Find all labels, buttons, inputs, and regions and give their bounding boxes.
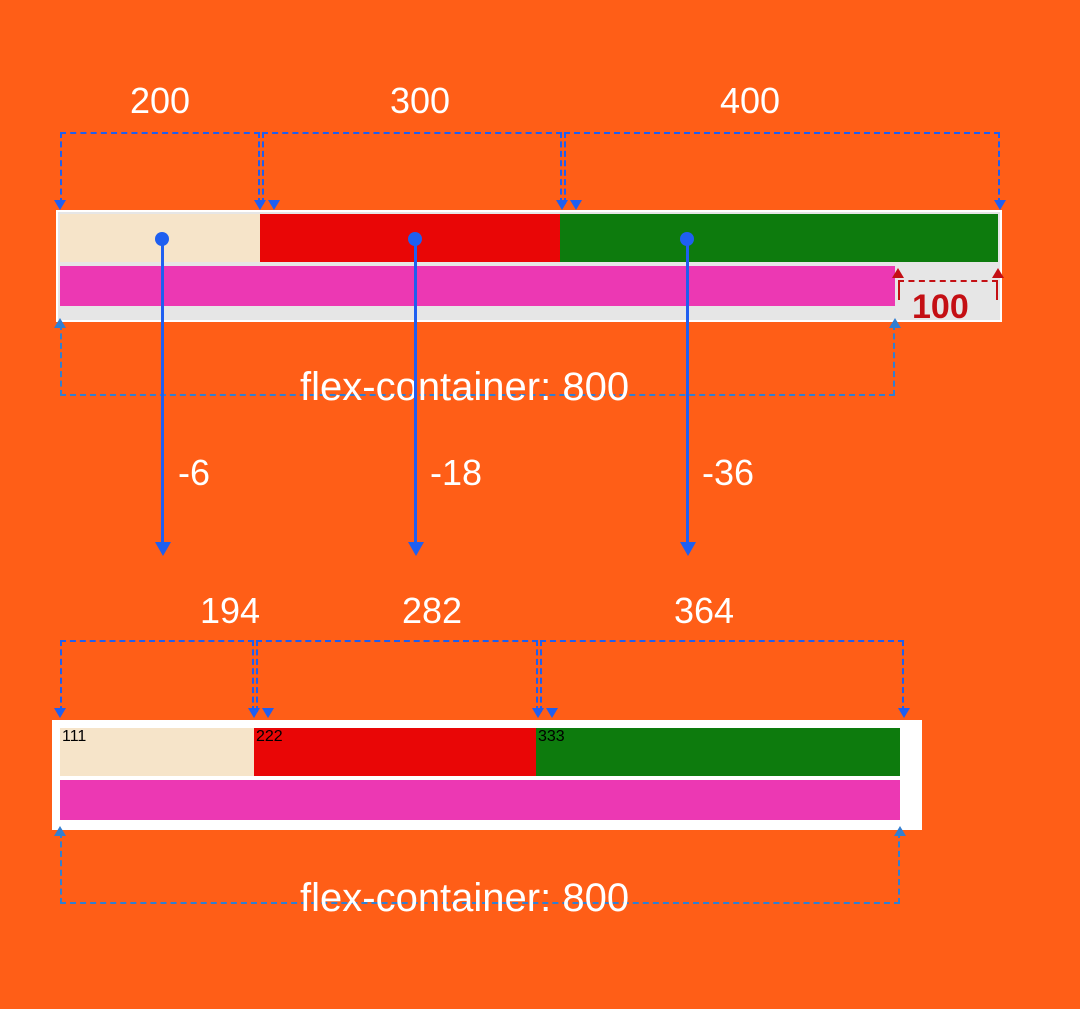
arrow-icon (54, 826, 66, 836)
arrow-icon (532, 708, 544, 718)
connector-arrow-a (155, 542, 171, 556)
connector-arrow-b (408, 542, 424, 556)
arrow-icon (262, 708, 274, 718)
connector-arrow-c (680, 542, 696, 556)
connector-line-b (414, 244, 417, 544)
arrow-icon (994, 200, 1006, 210)
delta-b: -18 (430, 452, 482, 494)
cell-label-a: 111 (62, 728, 86, 746)
overflow-label: 100 (912, 288, 969, 327)
arrow-icon (54, 708, 66, 718)
arrow-icon (570, 200, 582, 210)
cell-label-c: 333 (538, 728, 565, 746)
arrow-icon (898, 708, 910, 718)
bottom-width-a: 194 (200, 590, 260, 632)
arrow-icon (892, 268, 904, 278)
arrow-icon (54, 318, 66, 328)
arrow-icon (268, 200, 280, 210)
bottom-bracket-b (256, 640, 538, 712)
bottom-bracket-c (540, 640, 904, 712)
top-bracket-c (564, 132, 1000, 204)
arrow-icon (546, 708, 558, 718)
arrow-icon (992, 268, 1004, 278)
connector-line-c (686, 244, 689, 544)
top-bracket-b (262, 132, 562, 204)
arrow-icon (894, 826, 906, 836)
bottom-width-b: 282 (402, 590, 462, 632)
bottom-container-label: flex-container: 800 (300, 876, 629, 921)
bottom-segment-a (60, 728, 254, 776)
delta-c: -36 (702, 452, 754, 494)
arrow-icon (54, 200, 66, 210)
arrow-icon (889, 318, 901, 328)
connector-line-a (161, 244, 164, 544)
top-bracket-a (60, 132, 260, 204)
delta-a: -6 (178, 452, 210, 494)
cell-label-b: 222 (256, 728, 283, 746)
arrow-icon (556, 200, 568, 210)
arrow-icon (254, 200, 266, 210)
bottom-pink-row (60, 780, 900, 820)
top-width-a: 200 (130, 80, 190, 122)
bottom-segment-c (536, 728, 900, 776)
bottom-bracket-a (60, 640, 254, 712)
top-width-c: 400 (720, 80, 780, 122)
top-container-label: flex-container: 800 (300, 365, 629, 410)
bottom-width-c: 364 (674, 590, 734, 632)
arrow-icon (248, 708, 260, 718)
top-pink-row (60, 266, 895, 306)
top-segment-c (560, 214, 998, 262)
bottom-segment-b (254, 728, 536, 776)
top-width-b: 300 (390, 80, 450, 122)
